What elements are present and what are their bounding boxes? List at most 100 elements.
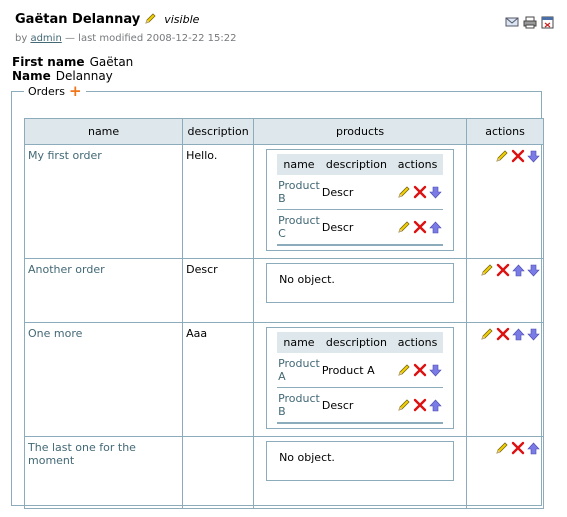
- delete-icon[interactable]: [496, 263, 510, 277]
- page-header: Gaëtan Delannay visible by admin — last …: [15, 12, 555, 44]
- product-col-actions: actions: [392, 332, 444, 353]
- order-products-cell: No object.: [253, 258, 468, 323]
- product-actions: [393, 185, 442, 199]
- product-col-actions: actions: [392, 154, 444, 175]
- delete-icon[interactable]: [511, 441, 525, 455]
- col-header-products[interactable]: products: [253, 118, 468, 145]
- product-row: Product C Descr: [277, 209, 444, 246]
- orders-table: name description products actions My fir…: [23, 118, 544, 509]
- products-box: No object.: [266, 263, 455, 303]
- move-down-icon[interactable]: [429, 364, 442, 377]
- product-name-link[interactable]: Product C: [277, 209, 321, 246]
- order-products-cell: name description actions Product B Descr Prod…: [253, 144, 468, 259]
- product-col-name[interactable]: name: [277, 332, 321, 353]
- move-up-icon[interactable]: [429, 399, 442, 412]
- no-object-text: No object.: [279, 451, 335, 464]
- send-mail-icon[interactable]: [505, 16, 519, 29]
- product-col-name[interactable]: name: [277, 154, 321, 175]
- move-up-icon[interactable]: [512, 328, 525, 341]
- product-name-link[interactable]: Product B: [277, 387, 321, 424]
- products-box: No object.: [266, 441, 455, 481]
- products-table: name description actions Product A Product A…: [277, 332, 444, 424]
- order-name-link[interactable]: One more: [23, 322, 184, 437]
- move-up-icon[interactable]: [512, 264, 525, 277]
- edit-pencil-icon[interactable]: [495, 149, 509, 163]
- orders-legend: Orders +: [24, 84, 86, 99]
- move-down-icon[interactable]: [527, 328, 540, 341]
- product-row: Product B Descr: [277, 387, 444, 424]
- delete-icon[interactable]: [511, 149, 525, 163]
- col-header-name[interactable]: name: [23, 118, 184, 145]
- col-header-description[interactable]: description: [182, 118, 255, 145]
- product-col-description[interactable]: description: [320, 154, 393, 175]
- edit-pencil-icon[interactable]: [495, 441, 509, 455]
- add-order-icon[interactable]: +: [69, 84, 82, 99]
- move-up-icon[interactable]: [429, 221, 442, 234]
- product-description: Descr: [320, 387, 393, 424]
- order-row: Another order Descr No object.: [23, 258, 544, 323]
- product-actions: [393, 220, 442, 234]
- product-col-description[interactable]: description: [320, 332, 393, 353]
- order-description: [182, 436, 255, 509]
- person-fields: First name Gaëtan Name Delannay: [12, 55, 133, 83]
- products-box: name description actions Product B Descr Prod…: [266, 149, 455, 251]
- product-description: Product A: [320, 353, 393, 388]
- product-description: Descr: [320, 175, 393, 210]
- order-name-link[interactable]: The last one for the moment: [23, 436, 184, 509]
- product-row: Product A Product A: [277, 353, 444, 388]
- order-actions-cell: [466, 258, 544, 323]
- order-row: My first order Hello. name description actio…: [23, 144, 544, 259]
- print-icon[interactable]: [523, 16, 537, 29]
- delete-icon[interactable]: [413, 220, 427, 234]
- col-header-actions: actions: [466, 118, 544, 145]
- order-name-link[interactable]: My first order: [23, 144, 184, 259]
- order-actions: [470, 441, 540, 455]
- move-down-icon[interactable]: [527, 150, 540, 163]
- order-actions: [470, 327, 540, 341]
- order-products-cell: No object.: [253, 436, 468, 509]
- order-description: Descr: [182, 258, 255, 323]
- page-title: Gaëtan Delannay: [15, 12, 141, 27]
- order-actions-cell: [466, 322, 544, 437]
- edit-pencil-icon[interactable]: [397, 363, 411, 377]
- byline: by admin — last modified 2008-12-22 15:2…: [15, 33, 237, 44]
- delete-icon[interactable]: [413, 398, 427, 412]
- full-screen-icon[interactable]: [541, 16, 555, 29]
- author-link[interactable]: admin: [30, 33, 61, 44]
- order-actions-cell: [466, 144, 544, 259]
- order-row: The last one for the moment No object.: [23, 436, 544, 509]
- product-name-link[interactable]: Product A: [277, 353, 321, 388]
- product-description: Descr: [320, 209, 393, 246]
- move-down-icon[interactable]: [429, 186, 442, 199]
- edit-pencil-icon[interactable]: [397, 185, 411, 199]
- delete-icon[interactable]: [496, 327, 510, 341]
- state-label: visible: [164, 13, 200, 26]
- delete-icon[interactable]: [413, 185, 427, 199]
- delete-icon[interactable]: [413, 363, 427, 377]
- product-actions: [393, 398, 442, 412]
- name-row: Name Delannay: [12, 69, 113, 83]
- order-actions-cell: [466, 436, 544, 509]
- order-name-link[interactable]: Another order: [23, 258, 184, 323]
- products-table: name description actions Product B Descr Prod…: [277, 154, 444, 246]
- edit-pencil-icon[interactable]: [480, 327, 494, 341]
- product-actions: [393, 363, 442, 377]
- order-actions: [470, 149, 540, 163]
- move-down-icon[interactable]: [527, 264, 540, 277]
- edit-pencil-icon[interactable]: [480, 263, 494, 277]
- order-row: One more Aaa name description actions Product…: [23, 322, 544, 437]
- products-box: name description actions Product A Product A…: [266, 327, 455, 429]
- document-actions: [505, 16, 555, 29]
- move-up-icon[interactable]: [527, 442, 540, 455]
- product-row: Product B Descr: [277, 175, 444, 210]
- edit-pencil-icon[interactable]: [397, 398, 411, 412]
- order-actions: [470, 263, 540, 277]
- edit-pencil-icon[interactable]: [144, 12, 157, 28]
- order-products-cell: name description actions Product A Product A…: [253, 322, 468, 437]
- edit-pencil-icon[interactable]: [397, 220, 411, 234]
- order-description: Hello.: [182, 144, 255, 259]
- first-name-row: First name Gaëtan: [12, 55, 134, 69]
- product-name-link[interactable]: Product B: [277, 175, 321, 210]
- no-object-text: No object.: [279, 273, 335, 286]
- order-description: Aaa: [182, 322, 255, 437]
